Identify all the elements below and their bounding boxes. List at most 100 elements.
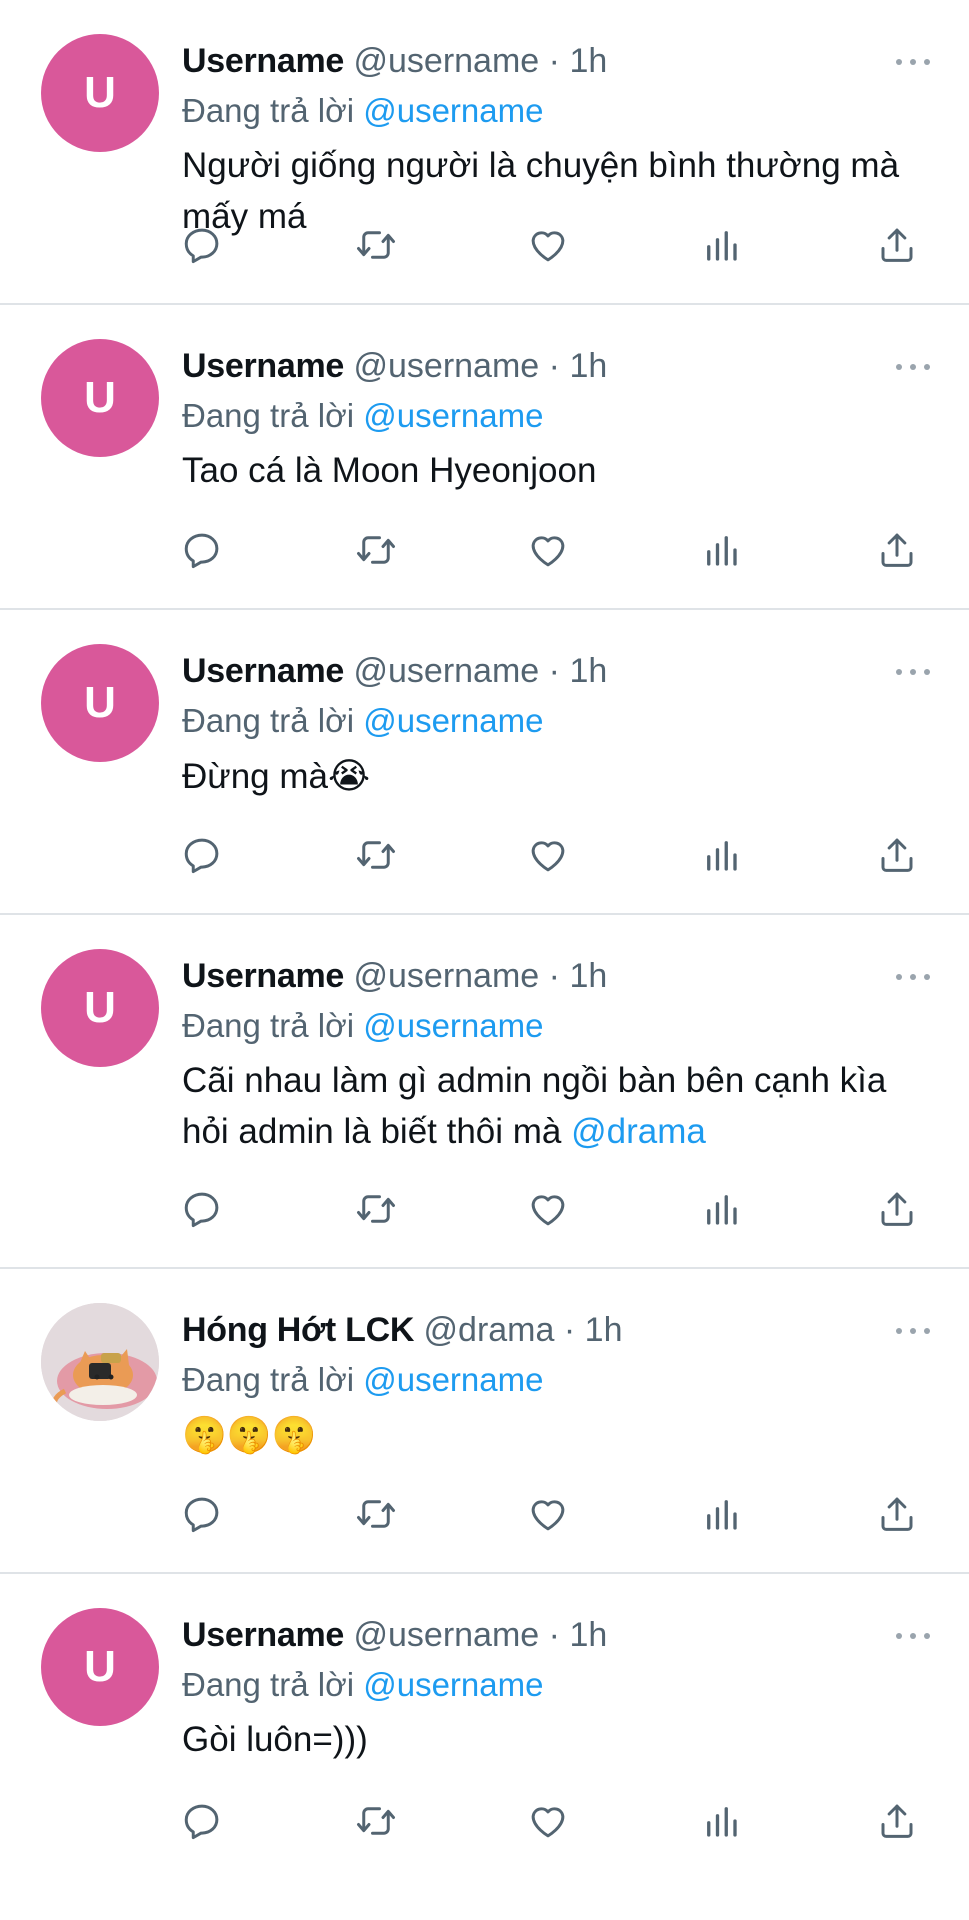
share-button[interactable] xyxy=(873,1490,921,1538)
retweet-icon xyxy=(357,1195,395,1223)
views-button[interactable] xyxy=(697,1490,745,1538)
share-icon xyxy=(881,838,913,872)
tweet-header: Username @username · 1h xyxy=(182,951,939,1001)
like-icon xyxy=(531,1195,565,1226)
display-name[interactable]: Username xyxy=(182,42,344,80)
tweet-text: 🤫🤫🤫 xyxy=(182,1409,939,1461)
like-button[interactable] xyxy=(524,221,572,269)
display-name[interactable]: Username xyxy=(182,1616,344,1654)
more-icon[interactable] xyxy=(893,970,933,984)
tweet[interactable]: Hóng Hớt LCK @drama · 1h Đang trả lời @u… xyxy=(0,1269,969,1574)
retweet-button[interactable] xyxy=(352,1185,400,1233)
display-name[interactable]: Username xyxy=(182,652,344,690)
avatar-letter: U xyxy=(84,1642,116,1691)
share-button[interactable] xyxy=(873,831,921,879)
more-icon[interactable] xyxy=(893,55,933,69)
separator: · xyxy=(548,1616,560,1654)
reply-button[interactable] xyxy=(178,1490,226,1538)
views-icon xyxy=(707,231,737,261)
user-handle[interactable]: @username xyxy=(353,1616,539,1654)
share-button[interactable] xyxy=(873,1185,921,1233)
avatar[interactable]: U xyxy=(41,34,159,152)
user-handle[interactable]: @username xyxy=(353,347,539,385)
reply-icon xyxy=(184,1192,219,1228)
avatar[interactable]: U xyxy=(41,644,159,762)
timestamp[interactable]: 1h xyxy=(569,1616,607,1654)
timestamp[interactable]: 1h xyxy=(585,1311,623,1349)
display-name[interactable]: Hóng Hớt LCK xyxy=(182,1311,414,1349)
tweet-text-line: Đừng mà xyxy=(182,757,328,796)
tweet[interactable]: U Username @username · 1h Đang trả lời @… xyxy=(0,305,969,610)
like-button[interactable] xyxy=(524,831,572,879)
tweet[interactable]: U Username @username · 1h Đang trả lời @… xyxy=(0,915,969,1269)
timestamp[interactable]: 1h xyxy=(569,957,607,995)
reply-button[interactable] xyxy=(178,831,226,879)
more-icon[interactable] xyxy=(893,1324,933,1338)
tweet-text-line: Người giống người là chuyện bình thường … xyxy=(182,146,900,185)
avatar[interactable]: U xyxy=(41,339,159,457)
tweet[interactable]: U Username @username · 1h Đang trả lời @… xyxy=(0,610,969,915)
share-icon xyxy=(881,1497,913,1531)
tweet-header: Username @username · 1h xyxy=(182,1610,939,1660)
more-icon[interactable] xyxy=(893,665,933,679)
display-name[interactable]: Username xyxy=(182,347,344,385)
reply-button[interactable] xyxy=(178,526,226,574)
views-icon xyxy=(707,1500,737,1530)
timestamp[interactable]: 1h xyxy=(569,42,607,80)
mention-link[interactable]: @drama xyxy=(571,1112,706,1151)
avatar[interactable]: U xyxy=(41,1608,159,1726)
timestamp[interactable]: 1h xyxy=(569,347,607,385)
views-button[interactable] xyxy=(697,831,745,879)
tweet[interactable]: U Username @username · 1h Đang trả lời @… xyxy=(0,1574,969,1879)
retweet-button[interactable] xyxy=(352,526,400,574)
separator: · xyxy=(548,347,560,385)
like-button[interactable] xyxy=(524,526,572,574)
like-button[interactable] xyxy=(524,1185,572,1233)
tweet-actions xyxy=(178,1490,939,1538)
more-icon[interactable] xyxy=(893,360,933,374)
reply-mention-link[interactable]: @username xyxy=(363,702,543,739)
reply-icon xyxy=(184,228,219,264)
reply-button[interactable] xyxy=(178,221,226,269)
user-handle[interactable]: @username xyxy=(353,652,539,690)
share-button[interactable] xyxy=(873,526,921,574)
share-button[interactable] xyxy=(873,221,921,269)
retweet-button[interactable] xyxy=(352,221,400,269)
views-button[interactable] xyxy=(697,1185,745,1233)
retweet-icon xyxy=(357,1807,395,1835)
retweet-button[interactable] xyxy=(352,1797,400,1845)
reply-prefix: Đang trả lời xyxy=(182,1361,355,1398)
user-handle[interactable]: @username xyxy=(353,42,539,80)
reply-prefix: Đang trả lời xyxy=(182,1666,355,1703)
like-button[interactable] xyxy=(524,1797,572,1845)
more-icon[interactable] xyxy=(893,1629,933,1643)
reply-button[interactable] xyxy=(178,1797,226,1845)
retweet-button[interactable] xyxy=(352,831,400,879)
reply-mention-link[interactable]: @username xyxy=(363,1007,543,1044)
avatar[interactable]: U xyxy=(41,949,159,1067)
avatar[interactable] xyxy=(41,1303,159,1421)
views-button[interactable] xyxy=(697,526,745,574)
user-handle[interactable]: @drama xyxy=(424,1311,555,1349)
share-button[interactable] xyxy=(873,1797,921,1845)
reply-mention-link[interactable]: @username xyxy=(363,1361,543,1398)
like-button[interactable] xyxy=(524,1490,572,1538)
display-name[interactable]: Username xyxy=(182,957,344,995)
timestamp[interactable]: 1h xyxy=(569,652,607,690)
views-button[interactable] xyxy=(697,221,745,269)
tweet-text-line: Tao cá là Moon Hyeonjoon xyxy=(182,451,597,490)
tweet-text: Cãi nhau làm gì admin ngồi bàn bên cạnh … xyxy=(182,1055,939,1157)
reply-mention-link[interactable]: @username xyxy=(363,1666,543,1703)
views-button[interactable] xyxy=(697,1797,745,1845)
reply-mention-link[interactable]: @username xyxy=(363,92,543,129)
retweet-button[interactable] xyxy=(352,1490,400,1538)
tweet-actions xyxy=(178,831,939,879)
reply-mention-link[interactable]: @username xyxy=(363,397,543,434)
reply-button[interactable] xyxy=(178,1185,226,1233)
views-icon xyxy=(707,1807,737,1837)
reply-context: Đang trả lời @username xyxy=(182,1355,939,1405)
reply-prefix: Đang trả lời xyxy=(182,702,355,739)
user-handle[interactable]: @username xyxy=(353,957,539,995)
tweet[interactable]: U Username @username · 1h Đang trả lời @… xyxy=(0,0,969,305)
reply-icon xyxy=(184,533,219,569)
